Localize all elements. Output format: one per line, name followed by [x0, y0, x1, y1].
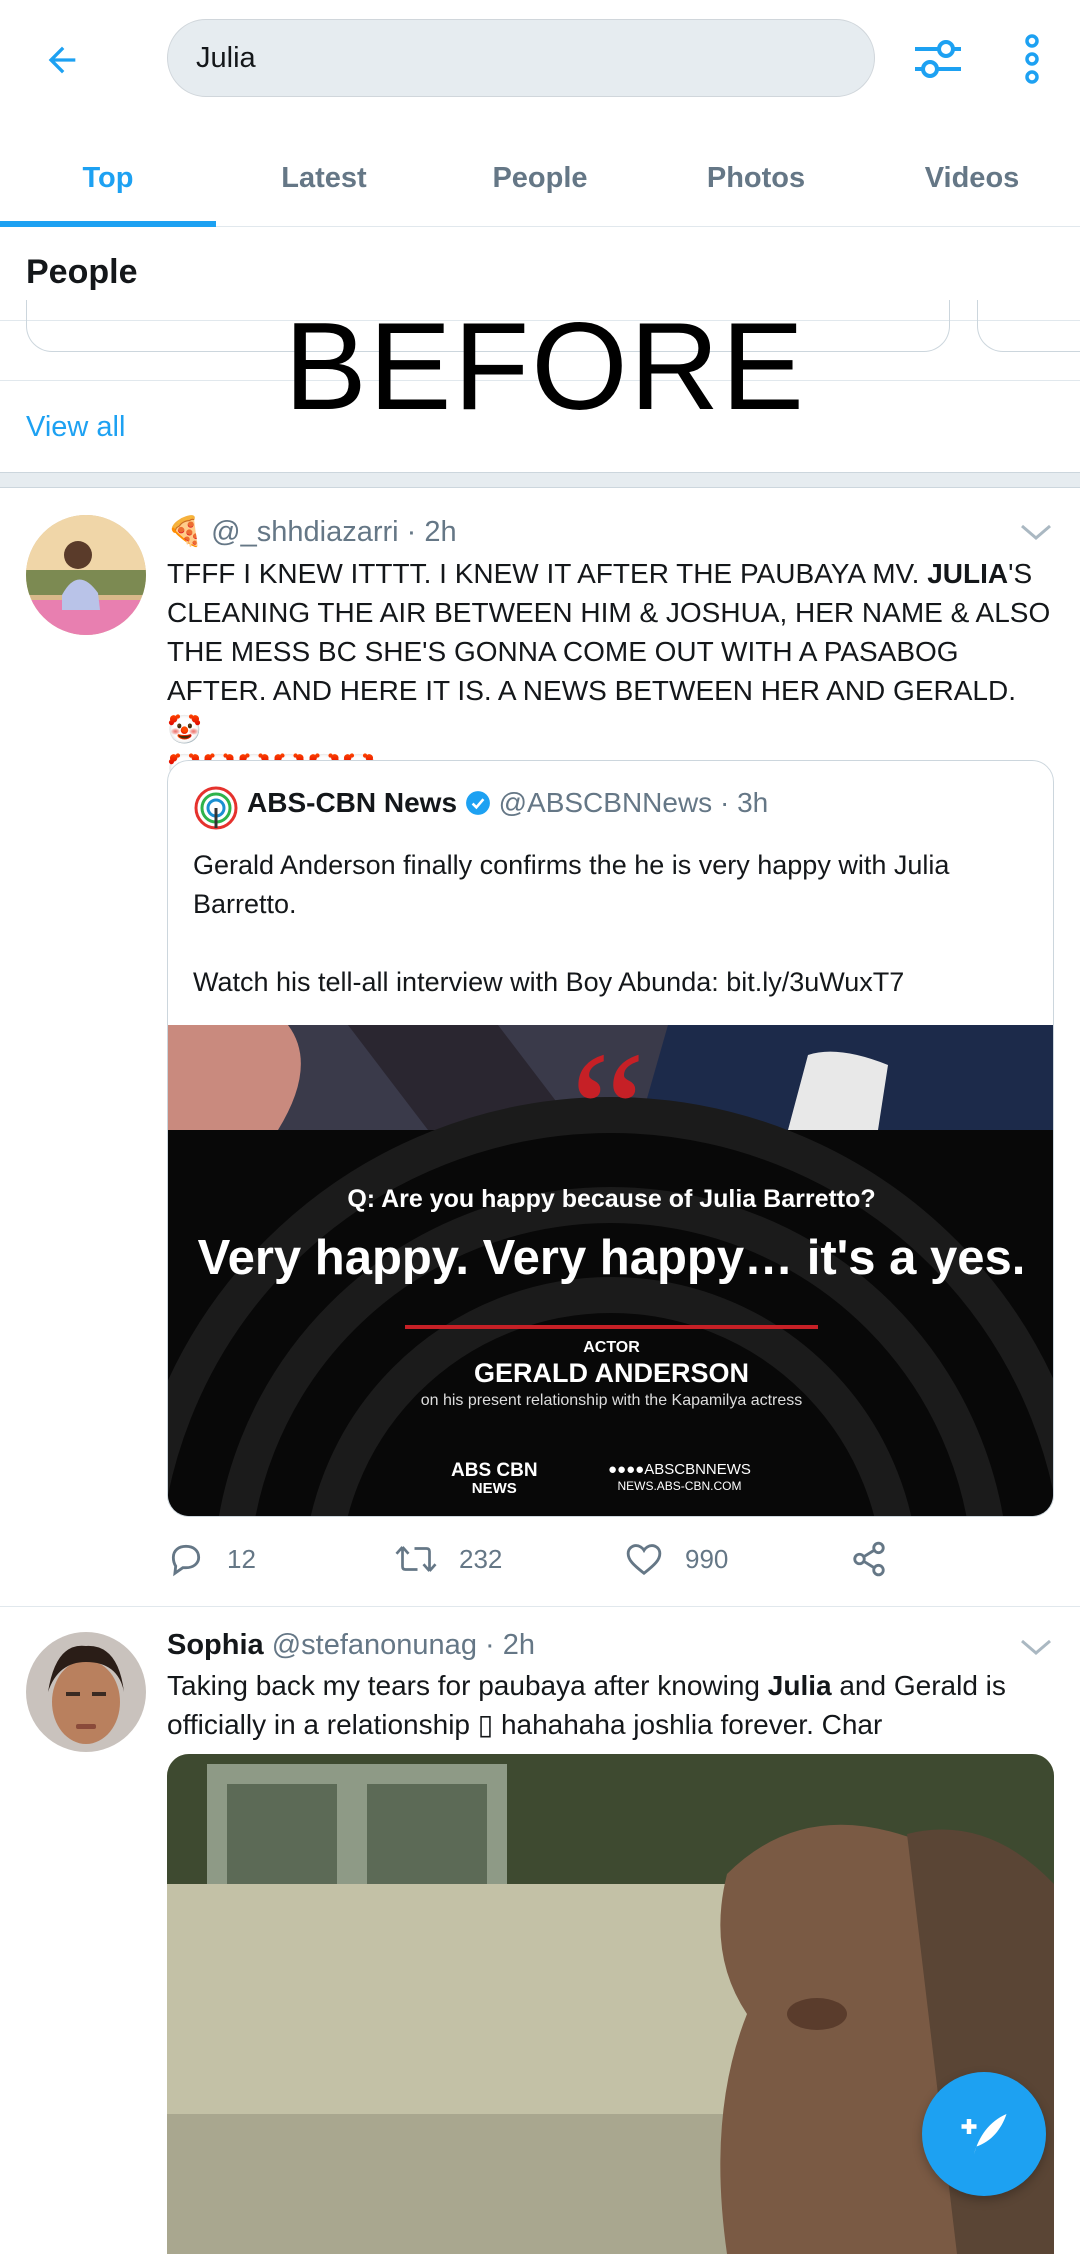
- top-bar: [0, 0, 1080, 120]
- divider: [0, 1606, 1080, 1607]
- compose-icon: [961, 2114, 1007, 2154]
- people-section-heading: People: [26, 253, 138, 291]
- media-subtitle: on his present relationship with the Kap…: [420, 1392, 803, 1409]
- avatar-photo: [26, 515, 146, 635]
- reply-count: 12: [227, 1543, 256, 1574]
- chevron-down-icon[interactable]: [1018, 520, 1054, 544]
- social-handle: ABSCBNNEWS: [644, 1461, 751, 1478]
- media-social: ●●●●ABSCBNNEWS NEWS.ABS-CBN.COM: [608, 1462, 751, 1494]
- media-person: GERALD ANDERSON: [473, 1358, 749, 1388]
- more-vertical-icon: [1025, 34, 1039, 84]
- tab-label: Latest: [281, 161, 367, 194]
- quote-line: Gerald Anderson finally confirms the he …: [193, 850, 950, 919]
- tab-label: Photos: [706, 161, 806, 194]
- verified-icon: [465, 791, 490, 815]
- tweet-time: · 2h: [406, 516, 457, 548]
- reply-icon: [171, 1544, 201, 1577]
- share-button[interactable]: [850, 1540, 888, 1578]
- tweet-time: · 2h: [485, 1629, 535, 1661]
- clown-emoji: 🤡: [167, 714, 202, 745]
- tab-videos[interactable]: Videos: [864, 130, 1080, 226]
- tweet-text: Taking back my tears for paubaya after k…: [167, 1666, 1057, 1744]
- search-match: JULIA: [927, 558, 1009, 589]
- avatar-photo: [26, 1632, 146, 1752]
- section-separator: [0, 472, 1080, 488]
- quote-text: Gerald Anderson finally confirms the he …: [193, 846, 1013, 1002]
- tweet-header: 🍕 @_shhdiazarri · 2h: [167, 515, 457, 549]
- media-logo: ABS CBN NEWS: [451, 1460, 538, 1498]
- media-answer: Very happy. Very happy… it's a yes.: [197, 1231, 1026, 1285]
- author-name[interactable]: Sophia: [167, 1629, 264, 1661]
- retweet-button[interactable]: 232: [395, 1540, 502, 1578]
- filter-sliders-icon: [915, 40, 961, 78]
- quoted-tweet-card[interactable]: ABS-CBN News @ABSCBNNews · 3h Gerald And…: [167, 760, 1054, 1517]
- quote-media-image[interactable]: “ Q: Are you happy because of Julia Barr…: [168, 1025, 1053, 1516]
- tweet-text: TFFF I KNEW ITTTT. I KNEW IT AFTER THE P…: [167, 554, 1057, 788]
- search-tabs: Top Latest People Photos Videos: [0, 130, 1080, 227]
- gif-frame: [167, 1754, 1054, 2254]
- search-field[interactable]: [167, 19, 875, 97]
- quote-author-name[interactable]: ABS-CBN News: [247, 787, 457, 818]
- abs-cbn-logo-icon: [194, 786, 238, 830]
- share-icon: [853, 1541, 885, 1577]
- like-count: 990: [685, 1543, 729, 1574]
- tab-label: People: [492, 161, 588, 194]
- tab-top[interactable]: Top: [0, 130, 216, 227]
- avatar[interactable]: [26, 1632, 146, 1752]
- compose-tweet-button[interactable]: [922, 2072, 1046, 2196]
- author-handle[interactable]: @_shhdiazarri: [211, 516, 398, 548]
- quote-line: Watch his tell-all interview with Boy Ab…: [193, 967, 905, 997]
- reply-button[interactable]: 12: [167, 1540, 256, 1578]
- svg-text:“: “: [570, 1025, 645, 1205]
- tab-label: Videos: [924, 161, 1020, 194]
- tab-people[interactable]: People: [432, 130, 648, 226]
- logo-text: NEWS: [471, 1480, 517, 1497]
- tab-label: Top: [82, 161, 134, 194]
- tab-photos[interactable]: Photos: [648, 130, 864, 226]
- chevron-down-icon[interactable]: [1018, 1635, 1054, 1659]
- search-match: Julia: [767, 1670, 832, 1701]
- back-button[interactable]: [30, 28, 94, 92]
- search-filter-button[interactable]: [905, 26, 971, 92]
- before-overlay-label: BEFORE: [284, 298, 806, 436]
- back-arrow-icon: [48, 46, 76, 74]
- media-role: ACTOR: [583, 1339, 640, 1356]
- social-icons: ●●●●: [608, 1461, 645, 1478]
- quote-header: ABS-CBN News @ABSCBNNews · 3h: [247, 787, 768, 819]
- author-emoji: 🍕: [167, 516, 204, 548]
- site-url: NEWS.ABS-CBN.COM: [617, 1479, 742, 1493]
- quote-time: · 3h: [719, 787, 769, 818]
- media-question: Q: Are you happy because of Julia Barret…: [347, 1185, 876, 1213]
- tweet-media-gif[interactable]: [167, 1754, 1054, 2254]
- more-options-button[interactable]: [1000, 26, 1064, 92]
- like-button[interactable]: 990: [625, 1540, 728, 1578]
- avatar[interactable]: [26, 515, 146, 635]
- retweet-icon: [395, 1546, 437, 1572]
- logo-text: ABS CBN: [451, 1460, 538, 1481]
- tweet-text-part: TFFF I KNEW ITTTT. I KNEW IT AFTER THE P…: [167, 558, 928, 589]
- search-input[interactable]: [194, 40, 838, 76]
- author-handle[interactable]: @stefanonunag: [272, 1629, 477, 1661]
- like-icon: [626, 1544, 662, 1576]
- quote-handle[interactable]: @ABSCBNNews: [499, 787, 713, 818]
- retweet-count: 232: [459, 1543, 503, 1574]
- tweet-text-part: Taking back my tears for paubaya after k…: [167, 1670, 768, 1701]
- news-avatar: [194, 786, 238, 830]
- tweet-header: Sophia @stefanonunag · 2h: [167, 1629, 535, 1662]
- tab-latest[interactable]: Latest: [216, 130, 432, 226]
